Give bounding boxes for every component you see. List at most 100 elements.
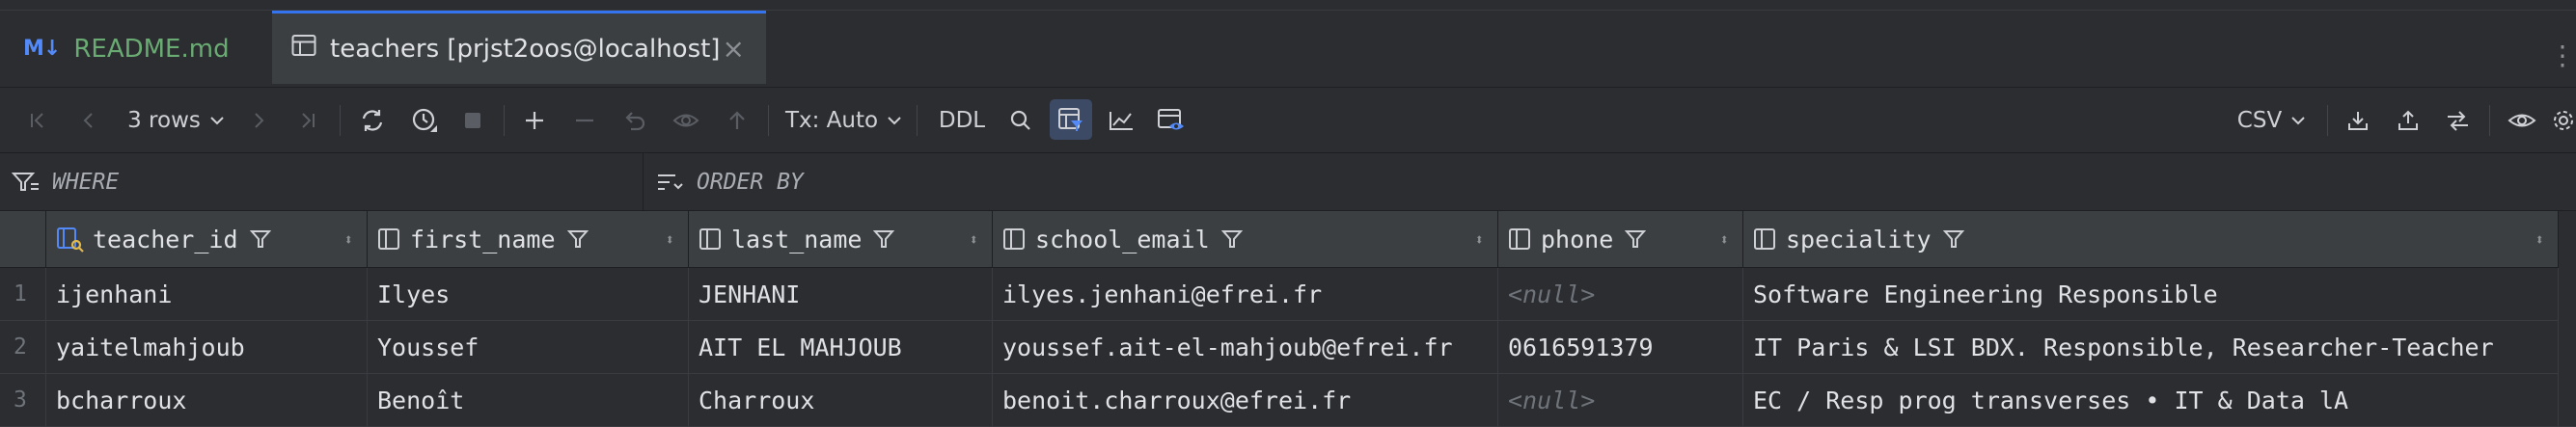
tab-readme[interactable]: M↓ README.md (0, 11, 272, 87)
sort-toggle-icon[interactable]: ⬍ (2535, 230, 2544, 249)
where-filter-input[interactable]: WHERE (12, 153, 629, 210)
ddl-button[interactable]: DDL (930, 88, 994, 152)
window-top-strip (0, 0, 2576, 11)
grid-header: teacher_id ⬍ first_name ⬍ last_name ⬍ sc… (0, 211, 2576, 268)
cell-phone-null[interactable]: <null> (1498, 268, 1743, 320)
sort-toggle-icon[interactable]: ⬍ (969, 230, 978, 249)
column-name: teacher_id (93, 225, 238, 254)
filter-bar: WHERE ORDER BY (0, 153, 2576, 211)
column-icon (1002, 227, 1028, 252)
cell-first-name[interactable]: Ilyes (368, 268, 689, 320)
upload-icon[interactable] (2387, 88, 2429, 152)
toolbar-separator (917, 105, 918, 136)
compare-icon[interactable] (2437, 88, 2480, 152)
column-header-teacher-id[interactable]: teacher_id ⬍ (46, 211, 368, 267)
order-by-input[interactable]: ORDER BY (656, 153, 2489, 210)
table-row[interactable]: 1 ijenhani Ilyes JENHANI ilyes.jenhani@e… (0, 268, 2576, 321)
toolbar-separator (2489, 105, 2490, 136)
order-by-label: ORDER BY (697, 169, 804, 195)
gear-icon[interactable] (2551, 88, 2576, 152)
data-grid: teacher_id ⬍ first_name ⬍ last_name ⬍ sc… (0, 211, 2576, 427)
submit-icon[interactable] (716, 88, 758, 152)
column-header-school-email[interactable]: school_email ⬍ (993, 211, 1498, 267)
cell-phone-null[interactable]: <null> (1498, 374, 1743, 426)
close-icon[interactable]: × (723, 33, 745, 65)
add-row-icon[interactable] (513, 88, 556, 152)
more-options-icon[interactable]: ⋮ (2549, 40, 2576, 71)
column-header-speciality[interactable]: speciality ⬍ (1743, 211, 2559, 267)
export-format-dropdown[interactable]: CSV (2229, 88, 2316, 152)
filter-icon[interactable] (1942, 228, 1964, 250)
table-row[interactable]: 3 bcharroux Benoît Charroux benoit.charr… (0, 374, 2576, 427)
filter-icon[interactable] (249, 228, 271, 250)
cell-teacher-id[interactable]: yaitelmahjoub (46, 321, 368, 373)
data-editor-toolbar: 3 rows Tx: Auto DDL CSV (0, 88, 2576, 153)
auto-refresh-icon[interactable] (403, 88, 446, 152)
sort-toggle-icon[interactable]: ⬍ (665, 230, 674, 249)
sort-toggle-icon[interactable]: ⬍ (343, 230, 353, 249)
toolbar-separator (2327, 105, 2328, 136)
row-number: 1 (0, 268, 46, 320)
revert-icon[interactable] (614, 88, 656, 152)
tab-teachers[interactable]: teachers [prjst2oos@localhost] × (272, 11, 766, 84)
cell-first-name[interactable]: Youssef (368, 321, 689, 373)
tab-readme-label: README.md (73, 34, 230, 64)
sort-toggle-icon[interactable]: ⬍ (1719, 230, 1729, 249)
stop-icon[interactable] (452, 88, 494, 152)
view-query-icon[interactable] (1150, 88, 1192, 152)
cell-last-name[interactable]: AIT EL MAHJOUB (689, 321, 993, 373)
filter-icon[interactable] (566, 228, 589, 250)
previous-page-icon[interactable] (68, 88, 110, 152)
view-changes-icon[interactable] (666, 88, 708, 152)
chart-icon[interactable] (1100, 88, 1142, 152)
last-page-icon[interactable] (286, 88, 328, 152)
transaction-mode-dropdown[interactable]: Tx: Auto (781, 88, 907, 152)
cell-last-name[interactable]: Charroux (689, 374, 993, 426)
chevron-down-icon (2291, 116, 2305, 124)
column-header-first-name[interactable]: first_name ⬍ (368, 211, 689, 267)
cell-school-email[interactable]: youssef.ait-el-mahjoub@efrei.fr (993, 321, 1498, 373)
chevron-down-icon (888, 116, 901, 124)
chevron-down-icon (210, 116, 224, 124)
cell-last-name[interactable]: JENHANI (689, 268, 993, 320)
cell-school-email[interactable]: ilyes.jenhani@efrei.fr (993, 268, 1498, 320)
sort-toggle-icon[interactable]: ⬍ (1474, 230, 1484, 249)
row-number: 3 (0, 374, 46, 426)
cell-speciality[interactable]: Software Engineering Responsible (1743, 268, 2559, 320)
cell-teacher-id[interactable]: bcharroux (46, 374, 368, 426)
column-icon (699, 227, 724, 252)
download-icon[interactable] (2337, 88, 2379, 152)
cell-speciality[interactable]: EC / Resp prog transverses • IT & Data l… (1743, 374, 2559, 426)
where-label: WHERE (52, 169, 120, 195)
first-page-icon[interactable] (17, 88, 60, 152)
cell-teacher-id[interactable]: ijenhani (46, 268, 368, 320)
filter-icon[interactable] (1220, 228, 1243, 250)
filter-icon[interactable] (873, 228, 895, 250)
row-number-header (0, 211, 46, 267)
cell-school-email[interactable]: benoit.charroux@efrei.fr (993, 374, 1498, 426)
table-icon (291, 34, 316, 64)
column-header-phone[interactable]: phone ⬍ (1498, 211, 1743, 267)
filter-panel-icon[interactable] (1050, 99, 1092, 140)
column-name: phone (1541, 225, 1614, 254)
cell-speciality[interactable]: IT Paris & LSI BDX. Responsible, Researc… (1743, 321, 2559, 373)
column-icon (1508, 227, 1533, 252)
delete-row-icon[interactable] (563, 88, 606, 152)
search-icon[interactable] (1000, 88, 1042, 152)
eye-icon[interactable] (2501, 88, 2543, 152)
row-number: 2 (0, 321, 46, 373)
reload-icon[interactable] (351, 88, 394, 152)
filter-icon[interactable] (1625, 228, 1647, 250)
column-name: first_name (410, 225, 556, 254)
column-header-last-name[interactable]: last_name ⬍ (689, 211, 993, 267)
filter-icon (12, 172, 39, 191)
column-name: speciality (1786, 225, 1932, 254)
next-page-icon[interactable] (237, 88, 280, 152)
rows-count-dropdown[interactable]: 3 rows (123, 88, 230, 152)
table-row[interactable]: 2 yaitelmahjoub Youssef AIT EL MAHJOUB y… (0, 321, 2576, 374)
filter-divider (643, 153, 644, 210)
cell-phone[interactable]: 0616591379 (1498, 321, 1743, 373)
markdown-icon: M↓ (23, 37, 61, 61)
cell-first-name[interactable]: Benoît (368, 374, 689, 426)
toolbar-separator (340, 105, 341, 136)
